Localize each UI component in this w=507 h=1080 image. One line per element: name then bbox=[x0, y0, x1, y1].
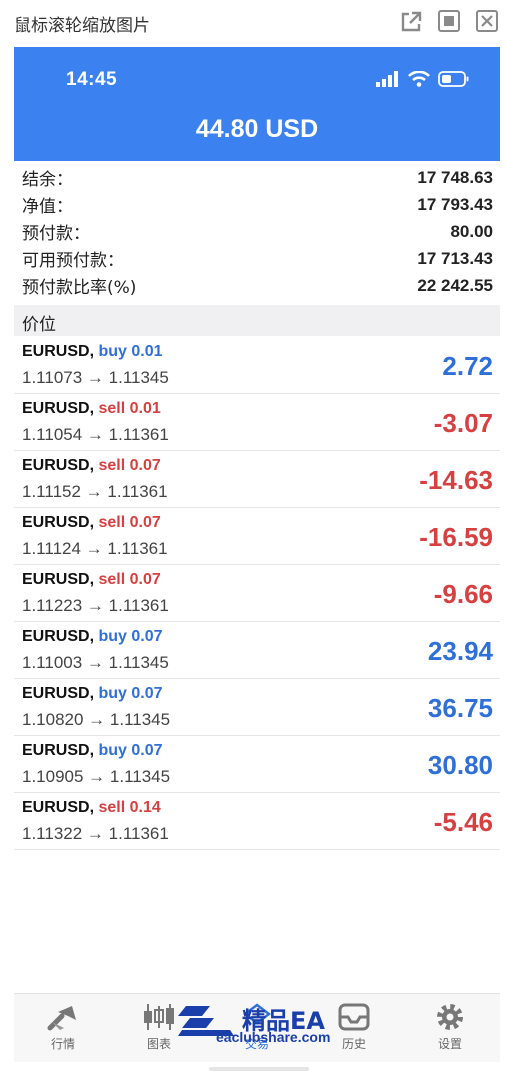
position-symbol: EURUSD, bbox=[22, 457, 95, 474]
watermark: 精品EA eaclubshare.com bbox=[176, 998, 346, 1050]
summary-row-free-margin: 可用预付款： 17 713.43 bbox=[14, 245, 500, 272]
nav-quotes[interactable]: 行情 bbox=[33, 994, 93, 1062]
position-symbol: EURUSD, bbox=[22, 571, 95, 588]
position-side: buy 0.07 bbox=[98, 742, 163, 759]
quotes-icon bbox=[47, 1006, 76, 1031]
summary-row-margin: 预付款： 80.00 bbox=[14, 218, 500, 245]
image-viewer-toolbar: 鼠标滚轮缩放图片 bbox=[0, 0, 507, 44]
status-time: 14:45 bbox=[66, 69, 118, 90]
position-side: buy 0.07 bbox=[98, 685, 163, 702]
summary-value: 17 713.43 bbox=[417, 248, 493, 268]
summary-value: 22 242.55 bbox=[417, 275, 493, 295]
position-row[interactable]: EURUSD, sell 0.07 1.11152 → 1.11361 -14.… bbox=[14, 451, 500, 508]
phone-screen: 14:45 44.80 USD 结余： 17 748.63 净值： 17 793… bbox=[14, 47, 500, 1080]
external-link-icon[interactable] bbox=[399, 10, 422, 32]
position-side: sell 0.07 bbox=[98, 514, 161, 531]
position-profit: -9.66 bbox=[433, 579, 493, 609]
signal-icon bbox=[376, 71, 398, 87]
status-bar: 14:45 44.80 USD bbox=[14, 47, 500, 161]
position-symbol: EURUSD, bbox=[22, 628, 95, 645]
position-prices: 1.11124 → 1.11361 bbox=[22, 539, 168, 558]
status-icons bbox=[376, 69, 470, 89]
position-side: sell 0.01 bbox=[98, 400, 161, 417]
position-row[interactable]: EURUSD, buy 0.07 1.10905 → 1.11345 30.80 bbox=[14, 736, 500, 793]
position-symbol: EURUSD, bbox=[22, 514, 95, 531]
summary-value: 17 748.63 bbox=[417, 167, 493, 187]
position-profit: 30.80 bbox=[427, 750, 493, 780]
nav-label: 行情 bbox=[50, 1037, 75, 1051]
settings-icon bbox=[437, 1004, 463, 1030]
fit-screen-icon[interactable] bbox=[438, 10, 460, 32]
nav-settings[interactable]: 设置 bbox=[420, 994, 480, 1062]
position-side: buy 0.07 bbox=[98, 628, 163, 645]
position-row[interactable]: EURUSD, sell 0.07 1.11223 → 1.11361 -9.6… bbox=[14, 565, 500, 622]
position-prices: 1.11073 → 1.11345 bbox=[22, 368, 169, 387]
summary-label: 预付款： bbox=[22, 224, 90, 244]
close-icon[interactable] bbox=[476, 10, 498, 32]
home-indicator bbox=[209, 1067, 309, 1071]
summary-row-margin-level: 预付款比率(%) 22 242.55 bbox=[14, 272, 500, 299]
positions-list: EURUSD, buy 0.01 1.11073 → 1.11345 2.72 … bbox=[14, 337, 500, 850]
battery-icon bbox=[438, 71, 469, 87]
position-prices: 1.11003 → 1.11345 bbox=[22, 653, 169, 672]
position-symbol: EURUSD, bbox=[22, 685, 95, 702]
watermark-subtitle: eaclubshare.com bbox=[216, 1029, 331, 1045]
position-prices: 1.11322 → 1.11361 bbox=[22, 824, 169, 843]
position-row[interactable]: EURUSD, buy 0.01 1.11073 → 1.11345 2.72 bbox=[14, 337, 500, 394]
position-profit: -3.07 bbox=[433, 408, 493, 438]
summary-label: 净值： bbox=[22, 197, 73, 217]
position-prices: 1.10905 → 1.11345 bbox=[22, 767, 171, 786]
position-side: sell 0.07 bbox=[98, 457, 161, 474]
summary-value: 80.00 bbox=[450, 221, 493, 241]
summary-row-equity: 净值： 17 793.43 bbox=[14, 191, 500, 218]
wifi-icon bbox=[408, 71, 430, 87]
summary-label: 结余： bbox=[22, 170, 73, 190]
position-profit: -5.46 bbox=[433, 807, 493, 837]
position-symbol: EURUSD, bbox=[22, 742, 95, 759]
position-row[interactable]: EURUSD, sell 0.01 1.11054 → 1.11361 -3.0… bbox=[14, 394, 500, 451]
position-side: sell 0.14 bbox=[98, 799, 161, 816]
position-prices: 1.11054 → 1.11361 bbox=[22, 425, 169, 444]
position-side: buy 0.01 bbox=[98, 343, 163, 360]
summary-value: 17 793.43 bbox=[417, 194, 493, 214]
position-profit: 2.72 bbox=[442, 351, 493, 381]
total-profit: 44.80 USD bbox=[195, 115, 319, 143]
position-side: sell 0.07 bbox=[98, 571, 161, 588]
chart-icon bbox=[144, 1004, 174, 1030]
position-row[interactable]: EURUSD, sell 0.14 1.11322 → 1.11361 -5.4… bbox=[14, 793, 500, 850]
summary-label: 预付款比率(%) bbox=[22, 278, 137, 298]
summary-row-balance: 结余： 17 748.63 bbox=[14, 164, 500, 191]
position-row[interactable]: EURUSD, buy 0.07 1.11003 → 1.11345 23.94 bbox=[14, 622, 500, 679]
position-profit: 36.75 bbox=[427, 693, 493, 723]
position-symbol: EURUSD, bbox=[22, 799, 95, 816]
position-symbol: EURUSD, bbox=[22, 400, 95, 417]
position-profit: -16.59 bbox=[419, 522, 493, 552]
position-profit: -14.63 bbox=[419, 465, 493, 495]
position-profit: 23.94 bbox=[427, 636, 493, 666]
account-summary: 结余： 17 748.63 净值： 17 793.43 预付款： 80.00 可… bbox=[14, 164, 500, 299]
position-symbol: EURUSD, bbox=[22, 343, 95, 360]
position-prices: 1.11223 → 1.11361 bbox=[22, 596, 169, 615]
nav-label: 设置 bbox=[437, 1037, 462, 1051]
position-row[interactable]: EURUSD, buy 0.07 1.10820 → 1.11345 36.75 bbox=[14, 679, 500, 736]
position-prices: 1.10820 → 1.11345 bbox=[22, 710, 171, 729]
positions-section-title: 价位 bbox=[22, 315, 56, 335]
position-row[interactable]: EURUSD, sell 0.07 1.11124 → 1.11361 -16.… bbox=[14, 508, 500, 565]
position-prices: 1.11152 → 1.11361 bbox=[22, 482, 168, 501]
positions-section-header: 价位 bbox=[14, 305, 500, 336]
summary-label: 可用预付款： bbox=[22, 251, 124, 271]
viewer-title: 鼠标滚轮缩放图片 bbox=[14, 16, 150, 36]
